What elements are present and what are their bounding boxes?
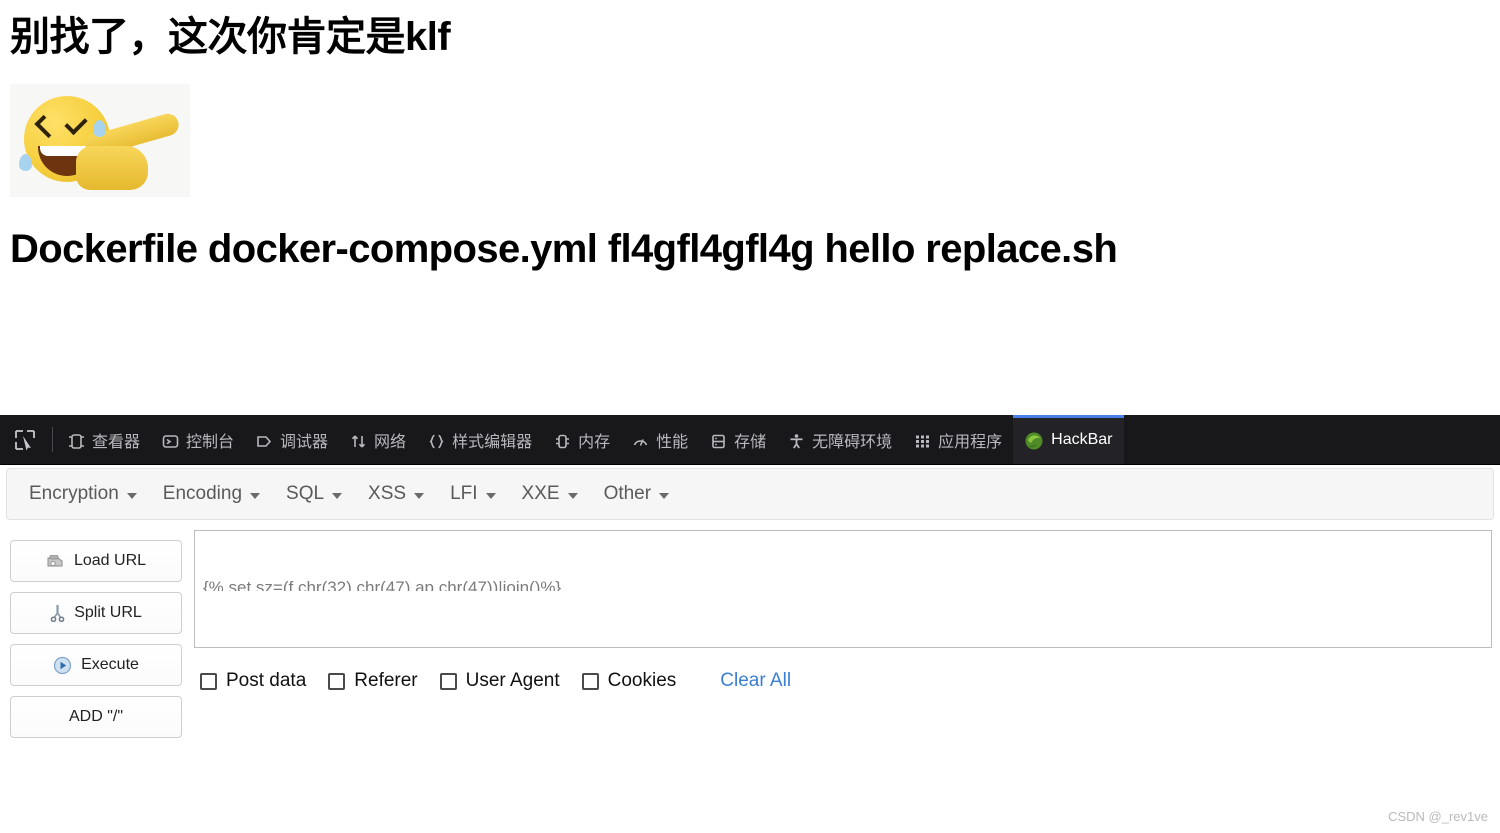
devtools-tab-label: 应用程序 (938, 434, 1003, 451)
toolbar-divider (52, 427, 53, 452)
laughing-dab-emoji-image (10, 84, 190, 197)
devtools-tab-accessibility[interactable]: 无障碍环境 (777, 415, 903, 464)
inspector-icon (68, 433, 85, 450)
menu-item-label: Other (603, 483, 652, 504)
memory-icon (554, 433, 571, 450)
devtools-tab-memory[interactable]: 内存 (543, 415, 621, 464)
menu-item-xss[interactable]: XSS (368, 483, 425, 505)
checkbox-box (200, 672, 217, 690)
menu-item-label: SQL (286, 483, 325, 504)
devtools-tab-storage[interactable]: 存储 (699, 415, 777, 464)
checkbox-box (581, 672, 599, 690)
menu-item-label: XSS (368, 483, 407, 504)
devtools-tab-console[interactable]: 控制台 (151, 415, 245, 464)
checkbox-label: User Agent (465, 670, 560, 691)
menu-item-lfi[interactable]: LFI (450, 483, 496, 505)
play-icon (53, 656, 72, 675)
load-url-button[interactable]: Load URL (10, 540, 182, 582)
execute-button[interactable]: Execute (10, 644, 182, 686)
network-icon (350, 433, 367, 450)
accessibility-icon (788, 433, 805, 450)
chevron-down-icon (659, 493, 670, 499)
application-icon (914, 433, 931, 450)
devtools-tab-performance[interactable]: 性能 (621, 415, 699, 464)
watermark: CSDN @_rev1ve (1388, 809, 1488, 824)
devtools-tab-label: HackBar (1051, 431, 1113, 448)
performance-icon (632, 433, 649, 450)
style-editor-icon (428, 433, 445, 450)
web-page-content: 别找了，这次你肯定是klf Dockerfile docker-compose.… (0, 0, 1500, 415)
checkbox-label: Referer (354, 670, 418, 691)
devtools-tab-label: 网络 (374, 434, 407, 451)
devtools-tab-inspector[interactable]: 查看器 (57, 415, 151, 464)
menu-item-encryption[interactable]: Encryption (29, 483, 137, 505)
hackbar-main: {% set sz=(f,chr(32),chr(47),ap,chr(47))… (194, 530, 1492, 738)
devtools-tab-label: 样式编辑器 (452, 434, 533, 451)
chevron-down-icon (332, 493, 343, 499)
hackbar-body: Load URL Split URL Execute ADD "/" {% se… (0, 520, 1500, 738)
devtools-tab-label: 无障碍环境 (812, 434, 893, 451)
post-data-checkbox[interactable]: Post data (200, 670, 306, 692)
referer-checkbox[interactable]: Referer (328, 670, 418, 692)
devtools-tab-label: 控制台 (186, 434, 235, 451)
devtools-tab-debugger[interactable]: 调试器 (245, 415, 339, 464)
page-title: 别找了，这次你肯定是klf (10, 15, 451, 59)
menu-item-label: LFI (450, 483, 478, 504)
disk-icon (46, 553, 65, 569)
hackbar-menubar: Encryption Encoding SQL XSS LFI XXE Othe… (6, 468, 1494, 520)
menu-item-label: Encoding (162, 483, 243, 504)
hackbar-panel: Encryption Encoding SQL XSS LFI XXE Othe… (0, 465, 1500, 833)
devtools-tab-application[interactable]: 应用程序 (903, 415, 1013, 464)
console-icon (162, 433, 179, 450)
menu-item-sql[interactable]: SQL (286, 483, 343, 505)
devtools-tab-label: 查看器 (92, 434, 141, 451)
clear-all-link[interactable]: Clear All (720, 670, 791, 692)
devtools-tab-label: 存储 (734, 434, 767, 451)
user-agent-checkbox[interactable]: User Agent (439, 670, 560, 692)
chevron-down-icon (126, 493, 137, 499)
devtools-tab-label: 性能 (656, 434, 689, 451)
devtools-tab-label: 调试器 (280, 434, 329, 451)
request-textarea[interactable]: {% set sz=(f,chr(32),chr(47),ap,chr(47))… (194, 530, 1492, 648)
menu-item-label: XXE (521, 483, 560, 504)
scissors-icon (50, 604, 65, 622)
debugger-icon (256, 433, 273, 450)
file-listing-heading: Dockerfile docker-compose.yml fl4gfl4gfl… (10, 227, 1118, 271)
menu-item-other[interactable]: Other (604, 483, 670, 505)
element-picker-icon (14, 429, 36, 451)
chevron-down-icon (414, 493, 425, 499)
chevron-down-icon (485, 493, 496, 499)
devtools-tab-label: 内存 (578, 434, 611, 451)
checkbox-box (439, 672, 457, 690)
button-label: Split URL (74, 604, 142, 621)
devtools-tab-network[interactable]: 网络 (339, 415, 417, 464)
split-url-button[interactable]: Split URL (10, 592, 182, 634)
devtools-tab-style-editor[interactable]: 样式编辑器 (417, 415, 543, 464)
button-label: Execute (81, 656, 139, 673)
cookies-checkbox[interactable]: Cookies (581, 670, 677, 692)
menu-item-encoding[interactable]: Encoding (162, 483, 261, 505)
add-slash-button[interactable]: ADD "/" (10, 696, 182, 738)
devtools-toolbar: 查看器 控制台 调试器 网络 样式编辑器 内存 性能 存储 无障碍环境 应用程序… (0, 415, 1500, 465)
storage-icon (710, 433, 727, 450)
request-line-clipped: {% set sz=(f,chr(32),chr(47),ap,chr(47))… (203, 578, 562, 591)
request-options-row: Post data Referer User Agent Cookies Cle… (194, 648, 1492, 692)
chevron-down-icon (250, 493, 261, 499)
emoji-tear-right (93, 120, 106, 137)
hackbar-icon (1024, 431, 1044, 451)
menu-item-xxe[interactable]: XXE (522, 483, 578, 505)
hackbar-action-buttons: Load URL Split URL Execute ADD "/" (10, 530, 182, 738)
element-picker-button[interactable] (0, 415, 48, 464)
button-label: ADD "/" (68, 708, 124, 725)
button-label: Load URL (73, 552, 147, 569)
checkbox-label: Post data (226, 670, 307, 691)
chevron-down-icon (567, 493, 578, 499)
menu-item-label: Encryption (29, 483, 119, 504)
checkbox-box (328, 672, 346, 690)
emoji-tear-left (19, 154, 32, 171)
devtools-tab-hackbar[interactable]: HackBar (1013, 415, 1124, 464)
emoji-hand (76, 146, 148, 190)
checkbox-label: Cookies (607, 670, 677, 691)
